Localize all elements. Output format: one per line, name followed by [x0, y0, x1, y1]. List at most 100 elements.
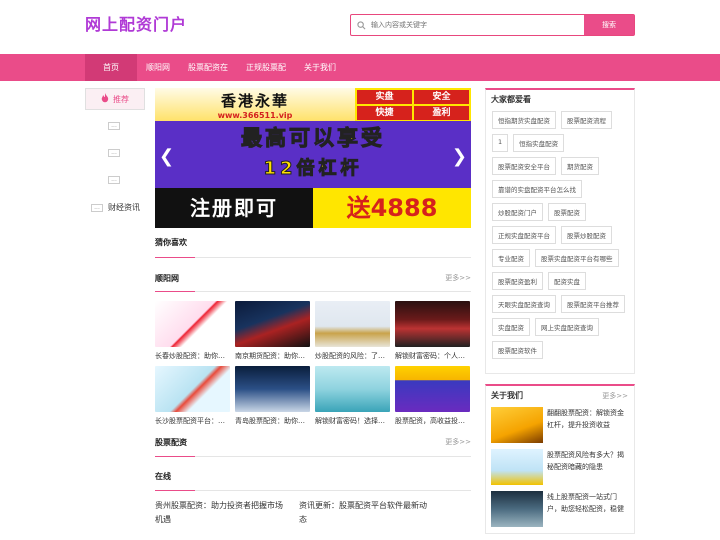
article-card[interactable]: 长春炒股配资：助你… [155, 301, 230, 361]
ad-banner[interactable]: 香港永華 www.366511.vip 实盘 安全 快捷 盈利 最高可以享受 1… [155, 88, 471, 228]
tag-link[interactable]: 天眼实盘配资查询 [492, 295, 556, 313]
search-input[interactable] [371, 15, 584, 35]
article-caption: 股票配资，高收益投… [395, 417, 465, 425]
online-article-link[interactable]: 贵州股票配资：助力投资者把握市场机遇 [155, 499, 285, 527]
search-bar: 搜索 [350, 14, 635, 36]
article-grid: 长春炒股配资：助你… 南京期货配资：助你… 炒股配资的风险：了… 解锁财富密码：… [155, 301, 471, 426]
right-sidebar: 大家都爱看 恒指期货实盘配资 股票配资流程 1 恒指实盘配资 股票配资安全平台 … [485, 88, 635, 534]
nav-item-zhenggui[interactable]: 正规股票配 [237, 54, 295, 81]
article-caption: 解锁财富密码：个人… [395, 352, 465, 360]
section-title-peizi: 股票配资 更多>> [155, 437, 471, 447]
tag-link[interactable]: 专业配资 [492, 249, 530, 267]
article-image [395, 366, 470, 412]
article-image [315, 366, 390, 412]
about-article-text: 股票配资风险有多大？揭秘配资暗藏的隐患 [547, 451, 624, 471]
collapsed-item: ... [91, 203, 103, 212]
collapsed-item[interactable]: ... [108, 122, 120, 130]
nav-item-shunyang[interactable]: 顺阳网 [137, 54, 179, 81]
more-link[interactable]: 更多>> [602, 391, 628, 401]
banner-tag: 盈利 [414, 106, 469, 120]
tag-link[interactable]: 恒指实盘配资 [513, 134, 565, 152]
banner-url: www.366511.vip [217, 110, 293, 120]
banner-bonus: 送4888 [313, 188, 471, 228]
article-caption: 炒股配资的风险：了… [315, 352, 385, 360]
chevron-left-icon[interactable]: ❮ [159, 146, 174, 167]
left-sidebar: 推荐 ... ... ... ... 财经资讯 [85, 88, 145, 213]
article-image [235, 301, 310, 347]
tag-link[interactable]: 股票配资流程 [561, 111, 612, 129]
section-divider [155, 456, 471, 457]
article-card[interactable]: 青岛股票配资：助你… [235, 366, 310, 426]
sidebar-item-finance[interactable]: ... 财经资讯 [91, 202, 145, 213]
article-image [315, 301, 390, 347]
article-card[interactable]: 南京期货配资：助你… [235, 301, 310, 361]
tag-link[interactable]: 期货配资 [561, 157, 599, 175]
about-article[interactable]: 线上股票配资一站式门户，助您轻松配资，稳健 [486, 491, 634, 527]
nav-item-home[interactable]: 首页 [85, 54, 137, 81]
tag-link[interactable]: 1 [492, 134, 509, 152]
article-caption: 解锁财富密码！选择… [315, 417, 385, 425]
tag-link[interactable]: 股票配资平台推荐 [561, 295, 625, 313]
search-button[interactable]: 搜索 [584, 15, 634, 35]
article-image [155, 366, 230, 412]
collapsed-item[interactable]: ... [108, 149, 120, 157]
section-divider [155, 490, 471, 491]
banner-tag: 快捷 [357, 106, 412, 120]
tag-link[interactable]: 正规实盘配资平台 [492, 226, 556, 244]
sidebar-item-label: 财经资讯 [108, 203, 140, 212]
about-title: 关于我们 更多>> [491, 391, 628, 401]
tag-link[interactable]: 靠谱的实盘配资平台怎么找 [492, 180, 582, 198]
article-card[interactable]: 长沙股票配资平台：… [155, 366, 230, 426]
article-caption: 南京期货配资：助你… [235, 352, 305, 360]
section-title-guess: 猜你喜欢 [155, 238, 187, 247]
main-content: 香港永華 www.366511.vip 实盘 安全 快捷 盈利 最高可以享受 1… [155, 88, 471, 527]
chevron-right-icon[interactable]: ❯ [452, 146, 467, 167]
nav-item-peizi[interactable]: 股票配资在 [179, 54, 237, 81]
tag-link[interactable]: 股票实盘配资平台有哪些 [535, 249, 619, 267]
article-card[interactable]: 解锁财富密码：个人… [395, 301, 470, 361]
tag-cloud: 恒指期货实盘配资 股票配资流程 1 恒指实盘配资 股票配资安全平台 期货配资 靠… [486, 111, 634, 365]
tag-link[interactable]: 配资实盘 [548, 272, 586, 290]
banner-brand: 香港永華 [220, 91, 289, 110]
article-card[interactable]: 解锁财富密码！选择… [315, 366, 390, 426]
nav-item-about[interactable]: 关于我们 [295, 54, 345, 81]
article-image [491, 449, 543, 485]
tag-link[interactable]: 网上实盘配资查询 [535, 318, 599, 336]
recommend-button[interactable]: 推荐 [85, 88, 145, 110]
more-link[interactable]: 更多>> [445, 273, 471, 283]
header: 网上配资门户 搜索 [0, 0, 720, 54]
tag-link[interactable]: 股票配资 [548, 203, 586, 221]
tag-link[interactable]: 股票配资盈利 [492, 272, 543, 290]
collapsed-item[interactable]: ... [108, 176, 120, 184]
about-article-text: 线上股票配资一站式门户，助您轻松配资，稳健 [547, 493, 624, 513]
about-article-text: 翻翻股票配资：解锁资金杠杆，提升投资收益 [547, 409, 624, 429]
section-title-online: 在线 [155, 472, 171, 481]
tag-link[interactable]: 炒股配资门户 [492, 203, 543, 221]
section-divider [155, 257, 471, 258]
banner-leverage: 12倍杠杆 [263, 158, 363, 180]
about-article[interactable]: 股票配资风险有多大？揭秘配资暗藏的隐患 [486, 449, 634, 485]
article-caption: 长沙股票配资平台：… [155, 417, 225, 425]
more-link[interactable]: 更多>> [445, 437, 471, 447]
recommend-label: 推荐 [113, 94, 129, 104]
article-image [235, 366, 310, 412]
hot-tags-box: 大家都爱看 恒指期货实盘配资 股票配资流程 1 恒指实盘配资 股票配资安全平台 … [485, 88, 635, 374]
tag-link[interactable]: 实盘配资 [492, 318, 530, 336]
online-article-link[interactable]: 资讯更新：股票配资平台软件最新动态 [299, 499, 429, 527]
tag-link[interactable]: 股票配资安全平台 [492, 157, 556, 175]
tag-link[interactable]: 股票配资软件 [492, 341, 543, 359]
article-card[interactable]: 炒股配资的风险：了… [315, 301, 390, 361]
tag-link[interactable]: 股票炒股配资 [561, 226, 612, 244]
hot-tags-title: 大家都爱看 [491, 95, 531, 104]
tag-link[interactable]: 恒指期货实盘配资 [492, 111, 556, 129]
article-image [155, 301, 230, 347]
site-logo[interactable]: 网上配资门户 [85, 11, 187, 35]
section-divider [155, 291, 471, 292]
article-image [491, 491, 543, 527]
banner-register: 注册即可 [155, 188, 313, 228]
online-list: 贵州股票配资：助力投资者把握市场机遇 资讯更新：股票配资平台软件最新动态 [155, 499, 471, 527]
article-card[interactable]: 股票配资，高收益投… [395, 366, 470, 426]
article-caption: 长春炒股配资：助你… [155, 352, 225, 360]
about-article[interactable]: 翻翻股票配资：解锁资金杠杆，提升投资收益 [486, 407, 634, 443]
article-image [395, 301, 470, 347]
